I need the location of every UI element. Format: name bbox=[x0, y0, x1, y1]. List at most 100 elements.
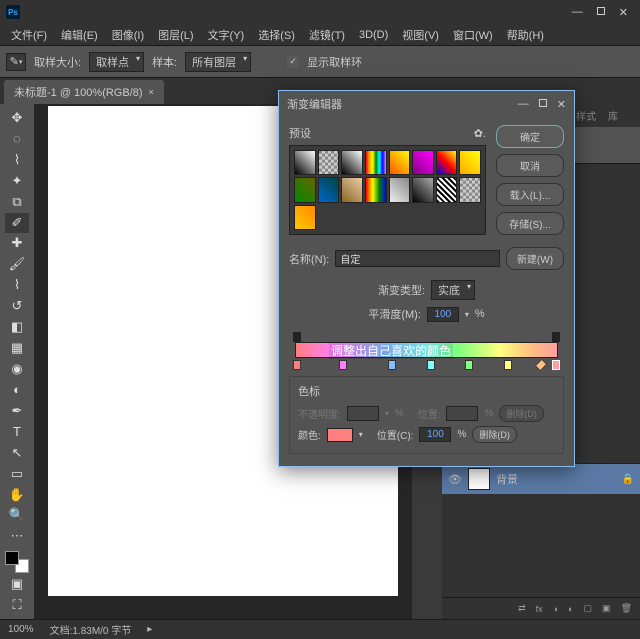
gear-icon[interactable]: ✿. bbox=[474, 127, 486, 140]
cancel-button[interactable]: 取消 bbox=[496, 154, 564, 177]
fx-icon[interactable]: fx bbox=[536, 604, 543, 614]
pen-tool[interactable]: ✒ bbox=[5, 401, 29, 421]
sample-dropdown[interactable]: 所有图层 bbox=[185, 52, 251, 72]
layer-row-background[interactable]: 👁 背景 🔒 bbox=[442, 464, 640, 494]
load-button[interactable]: 载入(L)... bbox=[496, 183, 564, 206]
preset-swatch[interactable] bbox=[341, 150, 363, 175]
preset-swatch[interactable] bbox=[459, 150, 481, 175]
type-dropdown[interactable]: 实底 bbox=[431, 280, 475, 300]
menu-view[interactable]: 视图(V) bbox=[397, 25, 444, 45]
layer-thumbnail[interactable] bbox=[468, 468, 490, 490]
color-stop[interactable] bbox=[504, 360, 512, 370]
color-stop[interactable] bbox=[293, 360, 301, 370]
preset-swatch[interactable] bbox=[389, 177, 411, 202]
folder-icon[interactable]: ▢ bbox=[584, 603, 593, 614]
preset-swatch[interactable] bbox=[436, 150, 458, 175]
dialog-titlebar[interactable]: 渐变编辑器 — ✕ bbox=[279, 91, 574, 117]
dialog-minimize[interactable]: — bbox=[518, 98, 529, 111]
more-tools[interactable]: ⋯ bbox=[5, 526, 29, 546]
foreground-color[interactable] bbox=[5, 551, 19, 565]
trash-icon[interactable]: 🗑 bbox=[621, 603, 632, 614]
menu-window[interactable]: 窗口(W) bbox=[448, 25, 498, 45]
blur-tool[interactable]: ◉ bbox=[5, 359, 29, 379]
sample-size-dropdown[interactable]: 取样点 bbox=[89, 52, 144, 72]
preset-swatch[interactable] bbox=[294, 205, 316, 230]
zoom-tool[interactable]: 🔍 bbox=[5, 506, 29, 526]
quickmask-toggle[interactable]: ▣ bbox=[5, 574, 29, 594]
screenmode-toggle[interactable]: ⛶ bbox=[5, 595, 29, 615]
save-button[interactable]: 存储(S)... bbox=[496, 212, 564, 235]
dialog-close[interactable]: ✕ bbox=[557, 98, 566, 111]
color-stop[interactable] bbox=[465, 360, 473, 370]
color-swatch[interactable] bbox=[327, 428, 353, 442]
preset-swatch[interactable] bbox=[459, 177, 481, 202]
preset-swatch[interactable] bbox=[294, 177, 316, 202]
path-tool[interactable]: ↖ bbox=[5, 443, 29, 463]
lasso-tool[interactable]: ⌇ bbox=[5, 150, 29, 170]
delete-color-button[interactable]: 删除(D) bbox=[472, 426, 517, 443]
ok-button[interactable]: 确定 bbox=[496, 125, 564, 148]
new-layer-icon[interactable]: ▣ bbox=[602, 603, 611, 614]
preset-swatch[interactable] bbox=[365, 150, 387, 175]
history-brush-tool[interactable]: ↺ bbox=[5, 296, 29, 316]
eraser-tool[interactable]: ◧ bbox=[5, 317, 29, 337]
menu-image[interactable]: 图像(I) bbox=[107, 25, 149, 45]
gradient-bar[interactable]: 调整出自己喜欢的颜色 bbox=[289, 332, 564, 372]
shape-tool[interactable]: ▭ bbox=[5, 464, 29, 484]
menu-layer[interactable]: 图层(L) bbox=[153, 25, 198, 45]
type-tool[interactable]: T bbox=[5, 422, 29, 442]
marquee-tool[interactable]: ◌ bbox=[5, 129, 29, 149]
visibility-icon[interactable]: 👁 bbox=[448, 473, 462, 486]
minimize-button[interactable]: — bbox=[572, 6, 583, 19]
close-button[interactable]: ✕ bbox=[619, 6, 628, 19]
menu-filter[interactable]: 滤镜(T) bbox=[304, 25, 350, 45]
tab-libraries[interactable]: 库 bbox=[602, 104, 624, 127]
active-tool-icon[interactable]: ✎▾ bbox=[6, 53, 26, 71]
move-tool[interactable]: ✥ bbox=[5, 108, 29, 128]
adjustment-icon[interactable]: ◐ bbox=[568, 604, 573, 614]
mask-icon[interactable]: ◑ bbox=[553, 604, 558, 614]
color-swatches[interactable] bbox=[5, 551, 29, 573]
color-stop[interactable] bbox=[339, 360, 347, 370]
color-stop[interactable] bbox=[388, 360, 396, 370]
position-c-input[interactable] bbox=[419, 427, 451, 442]
menu-help[interactable]: 帮助(H) bbox=[502, 25, 549, 45]
dropdown-icon[interactable]: ▸ bbox=[147, 624, 152, 635]
menu-edit[interactable]: 编辑(E) bbox=[56, 25, 103, 45]
document-tab[interactable]: 未标题-1 @ 100%(RGB/8) × bbox=[4, 80, 164, 104]
gradient-tool[interactable]: ▦ bbox=[5, 338, 29, 358]
smooth-input[interactable] bbox=[427, 307, 459, 322]
color-stop[interactable] bbox=[534, 359, 547, 372]
preset-swatch[interactable] bbox=[341, 177, 363, 202]
link-icon[interactable]: ⇄ bbox=[518, 603, 526, 614]
new-button[interactable]: 新建(W) bbox=[506, 247, 564, 270]
opacity-stop[interactable] bbox=[552, 332, 560, 342]
menu-select[interactable]: 选择(S) bbox=[253, 25, 300, 45]
opacity-stop[interactable] bbox=[293, 332, 301, 342]
wand-tool[interactable]: ✦ bbox=[5, 171, 29, 191]
brush-tool[interactable]: 🖌 bbox=[5, 254, 29, 274]
doc-info[interactable]: 文档:1.83M/0 字节 bbox=[50, 622, 132, 637]
zoom-level[interactable]: 100% bbox=[8, 624, 34, 635]
preset-swatch[interactable] bbox=[318, 177, 340, 202]
heal-tool[interactable]: ✚ bbox=[5, 234, 29, 254]
color-stop[interactable] bbox=[427, 360, 435, 370]
preset-swatch[interactable] bbox=[412, 150, 434, 175]
preset-swatch[interactable] bbox=[389, 150, 411, 175]
crop-tool[interactable]: ⧉ bbox=[5, 192, 29, 212]
menu-file[interactable]: 文件(F) bbox=[6, 25, 52, 45]
document-tab-close[interactable]: × bbox=[149, 87, 154, 97]
preset-swatch[interactable] bbox=[365, 177, 387, 202]
preset-swatch[interactable] bbox=[412, 177, 434, 202]
stamp-tool[interactable]: ⌇ bbox=[5, 275, 29, 295]
hand-tool[interactable]: ✋ bbox=[5, 485, 29, 505]
menu-3d[interactable]: 3D(D) bbox=[354, 27, 393, 43]
show-ring-checkbox[interactable]: ✓ bbox=[287, 56, 299, 68]
eyedropper-tool[interactable]: ✐ bbox=[5, 213, 29, 233]
name-input[interactable] bbox=[335, 250, 500, 267]
preset-swatch[interactable] bbox=[318, 150, 340, 175]
maximize-button[interactable] bbox=[597, 6, 605, 19]
dialog-maximize[interactable] bbox=[539, 98, 547, 111]
dodge-tool[interactable]: ◐ bbox=[5, 380, 29, 400]
preset-swatch[interactable] bbox=[436, 177, 458, 202]
